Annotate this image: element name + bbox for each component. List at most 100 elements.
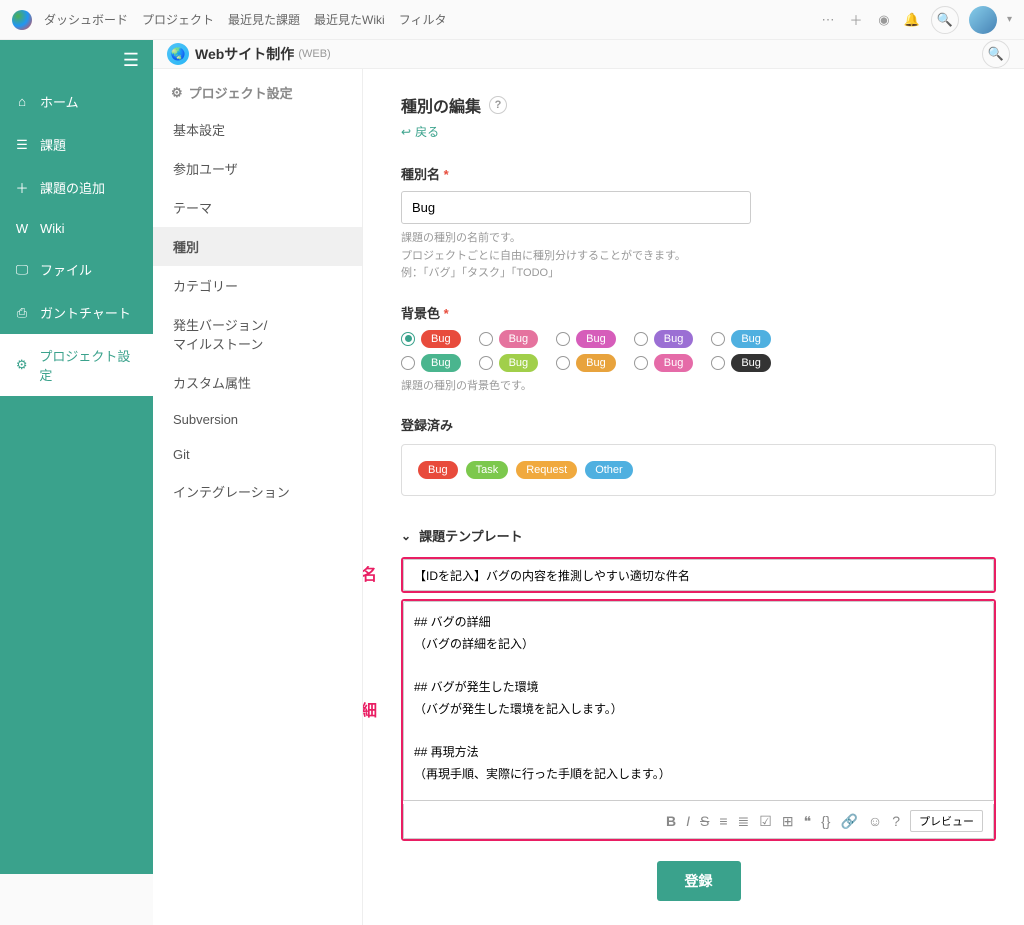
nav-dashboard[interactable]: ダッシュボード	[44, 11, 128, 28]
radio-icon	[479, 332, 493, 346]
color-choice[interactable]: Bug	[634, 354, 694, 372]
sidebar-item-label: プロジェクト設定	[39, 346, 139, 384]
gantt-icon: ⎙	[14, 305, 30, 321]
checklist-icon[interactable]: ☑	[759, 813, 772, 830]
subnav-svn[interactable]: Subversion	[153, 402, 362, 437]
submit-button[interactable]: 登録	[657, 861, 741, 901]
emoji-icon[interactable]: ☺	[868, 813, 882, 829]
radio-icon	[634, 332, 648, 346]
link-icon[interactable]: 🔗	[840, 813, 857, 830]
color-choice[interactable]: Bug	[401, 354, 461, 372]
menu-toggle-icon[interactable]: ☰	[0, 40, 153, 80]
subnav-git[interactable]: Git	[153, 437, 362, 472]
radio-icon	[401, 332, 415, 346]
bgcolor-help: 課題の種別の背景色です。	[401, 378, 996, 396]
registered-pill: Task	[466, 461, 509, 479]
subnav-theme[interactable]: テーマ	[153, 188, 362, 227]
chevron-down-icon[interactable]: ▾	[1007, 14, 1012, 25]
bell-icon[interactable]: 🔔	[903, 11, 921, 29]
table-icon[interactable]: ⊞	[782, 813, 794, 830]
color-choices: Bug Bug Bug Bug Bug Bug Bug Bug Bug Bug	[401, 330, 821, 372]
code-icon[interactable]: {}	[821, 813, 830, 829]
topbar-nav: ダッシュボード プロジェクト 最近見た課題 最近見たWiki フィルタ	[44, 11, 446, 28]
nav-filters[interactable]: フィルタ	[399, 11, 447, 28]
subnav-integration[interactable]: インテグレーション	[153, 472, 362, 511]
quote-icon[interactable]: ❝	[804, 813, 812, 830]
subnav-basic[interactable]: 基本設定	[153, 110, 362, 149]
search-icon[interactable]: 🔍	[931, 6, 959, 34]
app-logo[interactable]	[12, 10, 32, 30]
avatar[interactable]	[969, 6, 997, 34]
template-subject-wrap	[401, 557, 996, 593]
project-title: Webサイト制作	[195, 44, 294, 64]
project-search-icon[interactable]: 🔍	[982, 40, 1010, 68]
plus-icon: ＋	[14, 178, 30, 197]
project-key: (WEB)	[298, 48, 330, 60]
preview-button[interactable]: プレビュー	[910, 810, 983, 832]
registered-box: BugTaskRequestOther	[401, 444, 996, 496]
sidebar-item-gantt[interactable]: ⎙ ガントチャート	[0, 291, 153, 334]
nav-projects[interactable]: プロジェクト	[142, 11, 214, 28]
italic-icon[interactable]: I	[686, 813, 690, 829]
nav-recent-wiki[interactable]: 最近見たWiki	[314, 11, 385, 28]
color-choice[interactable]: Bug	[479, 330, 539, 348]
template-subject-input[interactable]	[403, 559, 994, 591]
sidebar-item-settings[interactable]: ⚙プロジェクト設定	[0, 334, 153, 396]
sidebar-item-home[interactable]: ⌂ホーム	[0, 80, 153, 123]
back-arrow-icon: ↩	[401, 125, 411, 139]
strike-icon[interactable]: S	[700, 813, 709, 829]
sidebar-item-add-issue[interactable]: ＋ 課題の追加	[0, 166, 153, 209]
radio-icon	[711, 332, 725, 346]
type-name-label: 種別名 *	[401, 164, 996, 183]
sidebar-item-issues[interactable]: ☰課題	[0, 123, 153, 166]
type-name-input[interactable]	[401, 191, 751, 224]
sidebar: ☰ ⌂ホーム ☰課題 ＋ 課題の追加 WWiki 🖵ファイル ⎙ ガントチャート ⚙…	[0, 40, 153, 874]
type-name-help: 課題の種別の名前です。 プロジェクトごとに自由に種別分けすることができます。 例…	[401, 230, 996, 283]
color-choice[interactable]: Bug	[556, 354, 616, 372]
more-icon[interactable]: ⋯	[819, 11, 837, 29]
editor-toolbar: B I S ≡ ≣ ☑ ⊞ ❝ {} 🔗 ☺	[403, 804, 994, 839]
sidebar-item-label: Wiki	[40, 221, 65, 236]
registered-pill: Request	[516, 461, 577, 479]
color-choice[interactable]: Bug	[711, 354, 771, 372]
subnav-category[interactable]: カテゴリー	[153, 266, 362, 305]
registered-label: 登録済み	[401, 415, 996, 434]
add-icon[interactable]: ＋	[847, 11, 865, 29]
help-icon[interactable]: ?	[892, 813, 900, 829]
sidebar-item-label: 課題の追加	[40, 178, 105, 197]
radio-icon	[711, 356, 725, 370]
subnav-users[interactable]: 参加ユーザ	[153, 149, 362, 188]
home-icon: ⌂	[14, 94, 30, 109]
sidebar-item-files[interactable]: 🖵ファイル	[0, 248, 153, 291]
sidebar-item-label: 課題	[40, 135, 66, 154]
subnav-type[interactable]: 種別	[153, 227, 362, 266]
color-pill: Bug	[654, 330, 694, 348]
ul-icon[interactable]: ≡	[719, 813, 727, 829]
globe-icon: 🌏	[167, 43, 189, 65]
color-choice[interactable]: Bug	[634, 330, 694, 348]
annotation-detail: 詳細	[363, 697, 377, 721]
sidebar-item-wiki[interactable]: WWiki	[0, 209, 153, 248]
radio-icon	[634, 356, 648, 370]
radio-icon	[479, 356, 493, 370]
color-choice[interactable]: Bug	[401, 330, 461, 348]
template-header-label: 課題テンプレート	[419, 526, 523, 545]
gear-icon: ⚙	[171, 85, 183, 101]
chevron-down-icon: ⌄	[401, 529, 411, 543]
sidebar-item-label: ガントチャート	[40, 303, 131, 322]
watch-icon[interactable]: ◉	[875, 11, 893, 29]
bold-icon[interactable]: B	[666, 813, 676, 829]
back-link[interactable]: ↩戻る	[401, 123, 439, 140]
color-choice[interactable]: Bug	[711, 330, 771, 348]
help-icon[interactable]: ?	[489, 96, 507, 114]
subnav-custom[interactable]: カスタム属性	[153, 363, 362, 402]
template-accordion[interactable]: ⌄ 課題テンプレート	[401, 526, 996, 545]
color-choice[interactable]: Bug	[479, 354, 539, 372]
nav-recent-issues[interactable]: 最近見た課題	[228, 11, 300, 28]
radio-icon	[556, 332, 570, 346]
ol-icon[interactable]: ≣	[738, 813, 750, 830]
color-choice[interactable]: Bug	[556, 330, 616, 348]
color-pill: Bug	[421, 354, 461, 372]
template-body-input[interactable]	[403, 601, 994, 801]
subnav-version[interactable]: 発生バージョン/ マイルストーン	[153, 305, 362, 363]
